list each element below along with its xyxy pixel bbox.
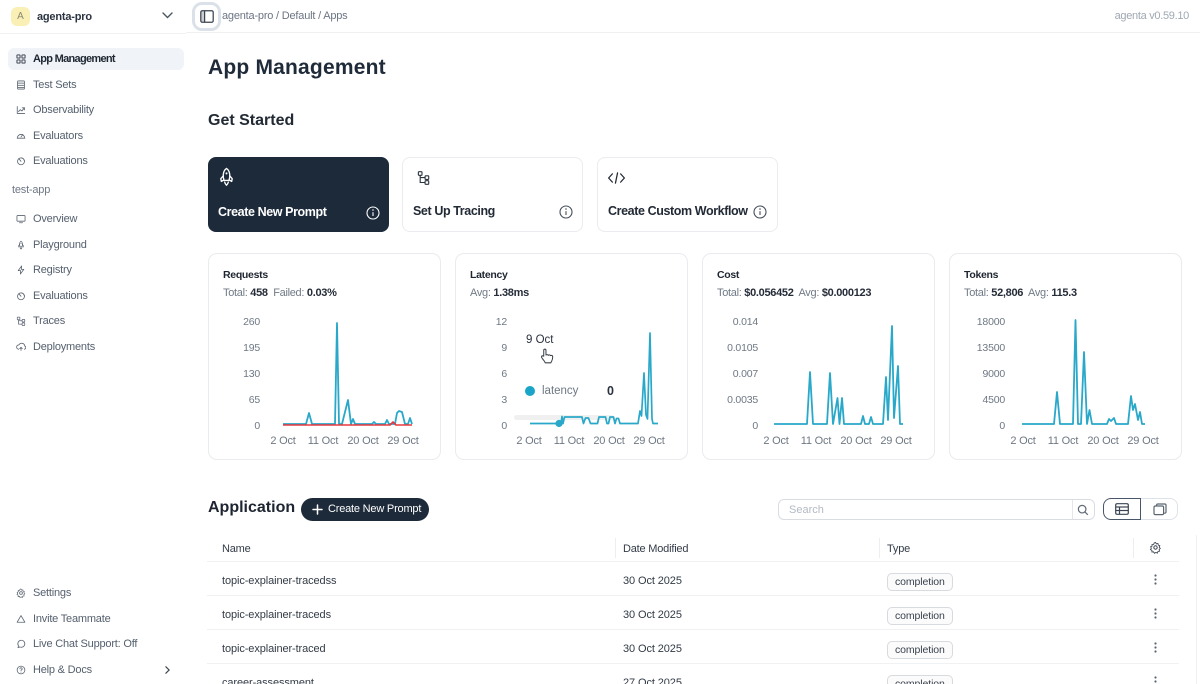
svg-text:4500: 4500 bbox=[982, 394, 1005, 406]
svg-text:20 Oct: 20 Oct bbox=[1087, 435, 1118, 447]
svg-text:2 Oct: 2 Oct bbox=[516, 435, 541, 447]
svg-text:0: 0 bbox=[999, 420, 1005, 432]
svg-text:18000: 18000 bbox=[977, 316, 1006, 328]
svg-text:29 Oct: 29 Oct bbox=[1127, 435, 1158, 447]
svg-text:2 Oct: 2 Oct bbox=[763, 435, 788, 447]
svg-text:11 Oct: 11 Oct bbox=[554, 435, 585, 447]
svg-text:13500: 13500 bbox=[977, 342, 1006, 354]
svg-text:0: 0 bbox=[501, 420, 507, 432]
svg-text:20 Oct: 20 Oct bbox=[347, 435, 378, 447]
svg-text:11 Oct: 11 Oct bbox=[1048, 435, 1079, 447]
svg-text:3: 3 bbox=[501, 394, 507, 406]
svg-text:9: 9 bbox=[501, 342, 507, 354]
svg-text:20 Oct: 20 Oct bbox=[593, 435, 624, 447]
svg-text:0.007: 0.007 bbox=[733, 368, 759, 380]
svg-text:6: 6 bbox=[501, 368, 507, 380]
svg-text:9000: 9000 bbox=[982, 368, 1005, 380]
svg-text:11 Oct: 11 Oct bbox=[308, 435, 339, 447]
svg-text:29 Oct: 29 Oct bbox=[633, 435, 664, 447]
svg-text:0: 0 bbox=[752, 420, 758, 432]
svg-text:260: 260 bbox=[243, 316, 260, 328]
svg-text:195: 195 bbox=[243, 342, 260, 354]
svg-text:0.014: 0.014 bbox=[733, 316, 759, 328]
svg-text:0.0035: 0.0035 bbox=[727, 394, 758, 406]
svg-text:12: 12 bbox=[496, 316, 508, 328]
svg-text:130: 130 bbox=[243, 368, 260, 380]
svg-text:29 Oct: 29 Oct bbox=[880, 435, 911, 447]
svg-text:0: 0 bbox=[254, 420, 260, 432]
svg-text:0.0105: 0.0105 bbox=[727, 342, 758, 354]
svg-text:2 Oct: 2 Oct bbox=[1010, 435, 1035, 447]
svg-text:20 Oct: 20 Oct bbox=[840, 435, 871, 447]
svg-text:11 Oct: 11 Oct bbox=[801, 435, 832, 447]
svg-text:29 Oct: 29 Oct bbox=[387, 435, 418, 447]
svg-text:65: 65 bbox=[249, 394, 261, 406]
svg-text:2 Oct: 2 Oct bbox=[270, 435, 295, 447]
